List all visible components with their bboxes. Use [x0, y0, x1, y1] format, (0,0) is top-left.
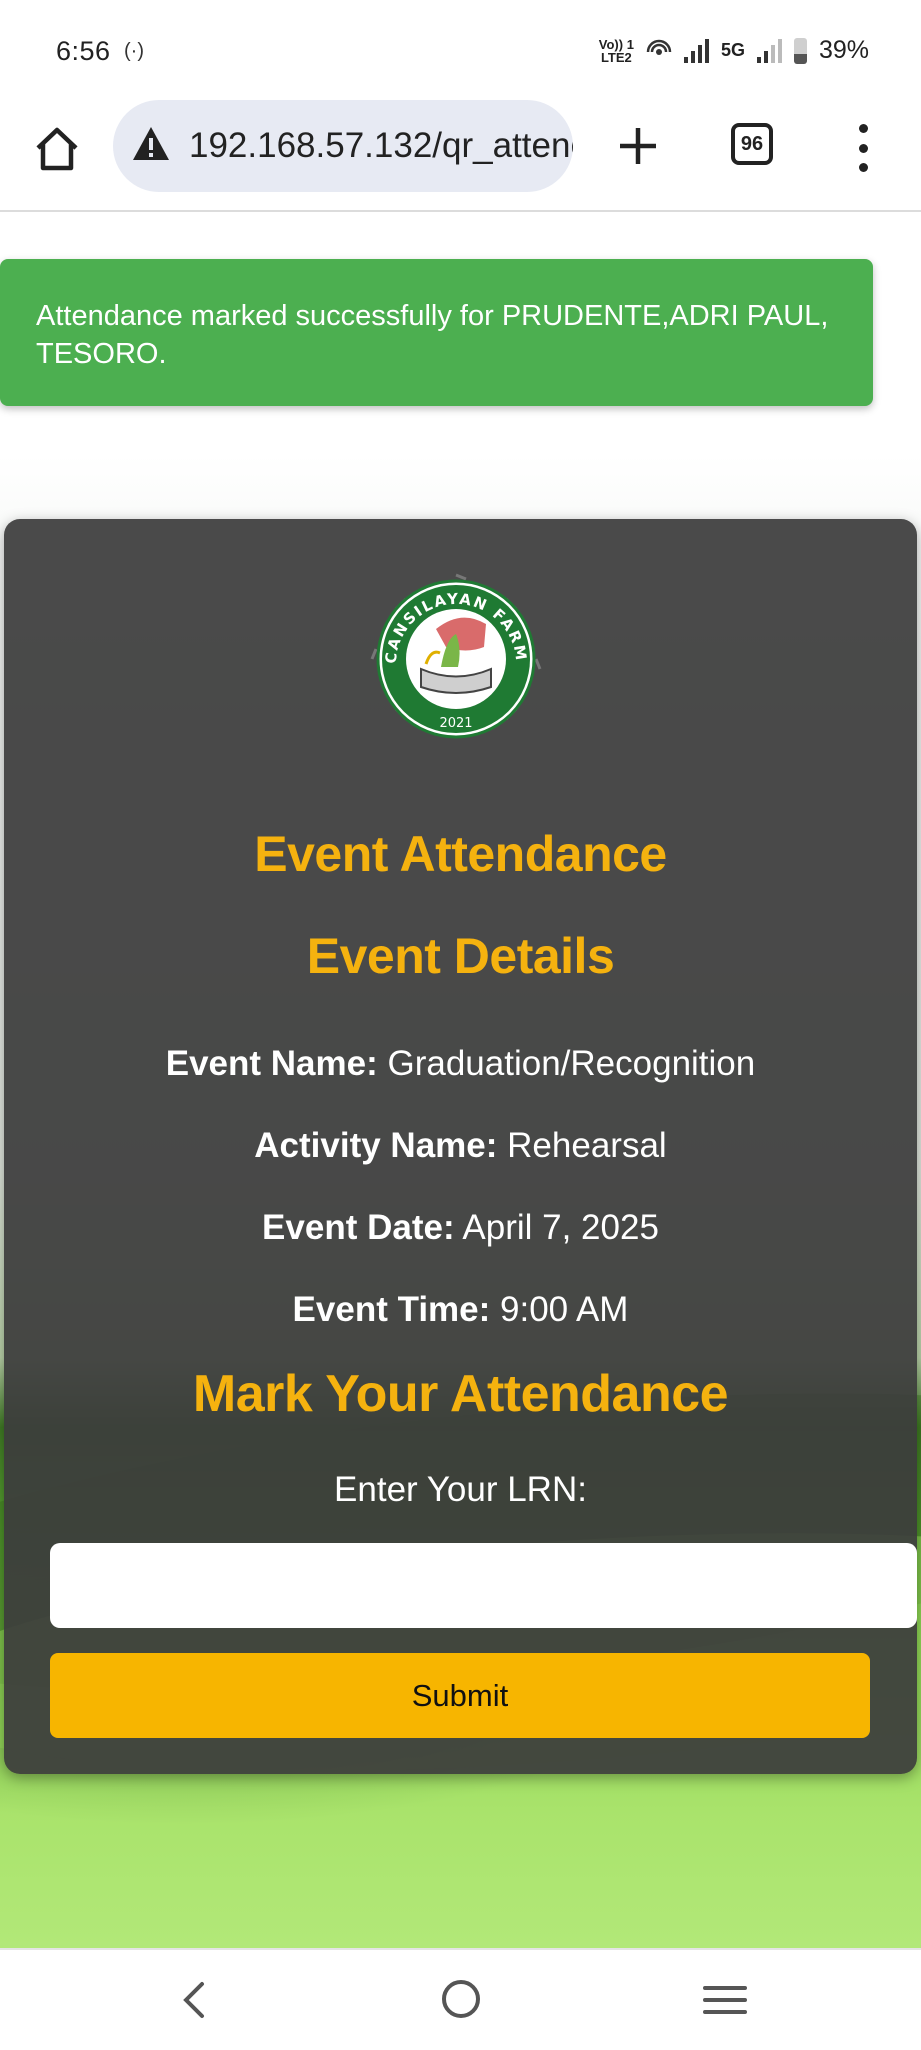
logo-year: 2021	[439, 716, 472, 731]
battery-icon	[793, 37, 807, 64]
browser-toolbar: 192.168.57.132/qr_attendance 96	[0, 100, 921, 212]
event-date-label: Event Date:	[262, 1208, 455, 1247]
activity-name-label: Activity Name:	[254, 1126, 498, 1165]
home-icon[interactable]	[30, 122, 84, 176]
tab-switcher-button[interactable]: 96	[731, 123, 773, 165]
volte-icon: Vo)) 1 LTE2	[598, 36, 634, 65]
page-title: Event Attendance	[254, 826, 667, 882]
status-time: 6:56	[56, 36, 111, 66]
back-icon[interactable]	[176, 1980, 210, 2020]
network-type-label: 5G	[720, 40, 745, 60]
school-logo: CANSILAYAN FARM SCHOOL 2021	[366, 569, 542, 739]
overflow-menu-icon[interactable]	[855, 124, 871, 172]
home-circle-icon[interactable]	[440, 1978, 482, 2020]
mark-attendance-heading: Mark Your Attendance	[192, 1365, 729, 1423]
status-indicators: Vo)) 1 LTE2 5G 39%	[599, 36, 869, 65]
event-time-label: Event Time:	[292, 1290, 491, 1329]
lrn-label: Enter Your LRN:	[334, 1470, 587, 1509]
address-bar[interactable]: 192.168.57.132/qr_attendance	[113, 100, 573, 192]
warning-icon[interactable]	[131, 124, 171, 164]
attendance-card: CANSILAYAN FARM SCHOOL 2021 Event Attend…	[4, 519, 917, 1774]
event-name-value: Graduation/Recognition	[387, 1044, 756, 1083]
system-nav-bar	[0, 1948, 921, 2050]
plus-icon[interactable]	[610, 118, 666, 174]
signal-strength-secondary-icon	[756, 38, 782, 63]
event-time-row: Event Time: 9:00 AM	[4, 1290, 917, 1330]
activity-name-row: Activity Name: Rehearsal	[4, 1126, 917, 1166]
recent-apps-icon[interactable]	[703, 1982, 747, 2018]
wifi-calling-icon	[646, 39, 672, 55]
url-text[interactable]: 192.168.57.132/qr_attendance	[189, 126, 573, 166]
submit-button[interactable]: Submit	[50, 1653, 870, 1738]
battery-percent: 39%	[818, 36, 869, 64]
signal-strength-icon	[683, 38, 709, 63]
event-date-value: April 7, 2025	[462, 1208, 659, 1247]
event-details-heading: Event Details	[306, 928, 615, 984]
success-alert: Attendance marked successfully for PRUDE…	[0, 259, 873, 406]
event-name-label: Event Name:	[165, 1044, 378, 1083]
hotspot-icon: (·)	[124, 40, 144, 62]
event-date-row: Event Date: April 7, 2025	[4, 1208, 917, 1248]
event-time-value: 9:00 AM	[500, 1290, 629, 1329]
lrn-input[interactable]	[50, 1543, 917, 1628]
page-content: Attendance marked successfully for PRUDE…	[0, 212, 921, 1948]
status-bar: 6:56 (·) Vo)) 1 LTE2 5G 39%	[0, 0, 921, 100]
event-name-row: Event Name: Graduation/Recognition	[4, 1044, 917, 1084]
activity-name-value: Rehearsal	[507, 1126, 667, 1165]
